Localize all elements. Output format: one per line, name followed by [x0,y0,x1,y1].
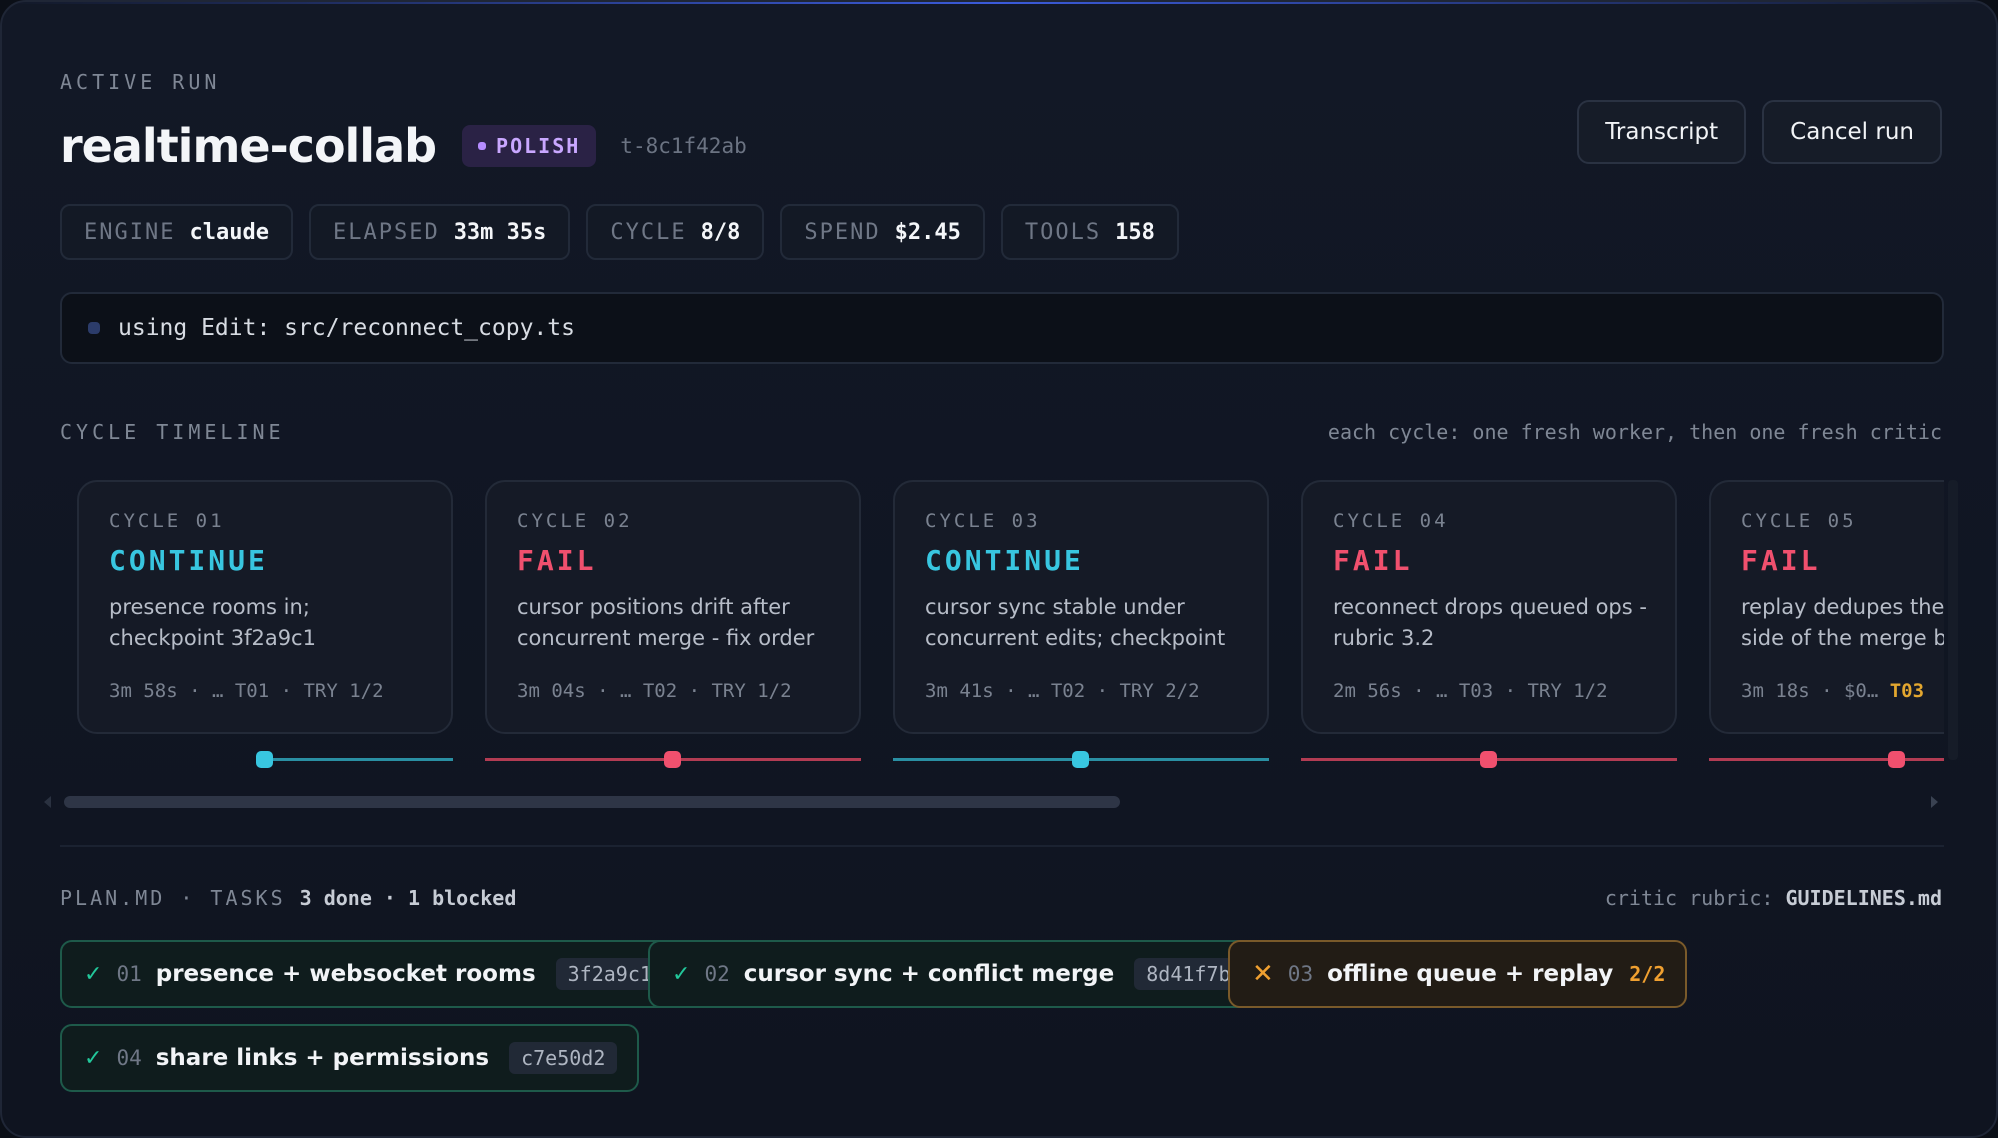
project-title: realtime-collab [60,119,437,173]
task-number: 04 [116,1046,142,1070]
stat-spend: SPEND $2.45 [780,204,985,260]
timeline-track [264,758,453,761]
stat-value: $2.45 [894,219,961,245]
stat-cycle: CYCLE 8/8 [586,204,765,260]
timeline-node[interactable] [1888,751,1905,768]
cycle-verdict: CONTINUE [925,544,1084,577]
stat-elapsed: ELAPSED 33m 35s [308,204,571,260]
cycle-card[interactable]: CYCLE 01 CONTINUE presence rooms in; che… [77,480,453,734]
cycle-number: CYCLE 05 [1741,510,1857,532]
cycle-meta: 3m 41s · … T02 · TRY 2/2 [925,680,1200,702]
task-name: cursor sync + conflict merge [743,961,1115,987]
cycle-verdict: FAIL [1333,544,1413,577]
section-eyebrow: ACTIVE RUN [60,70,221,94]
cycle-meta: 3m 04s · … T02 · TRY 1/2 [517,680,792,702]
stats-bar: ENGINE claude ELAPSED 33m 35s CYCLE 8/8 SPE… [60,204,1179,260]
plan-header: PLAN.MD · TASKS 3 done · 1 blocked [60,886,516,910]
plan-label: PLAN.MD · TASKS [60,886,286,910]
stat-value: 8/8 [700,219,741,245]
task-name: presence + websocket rooms [155,961,536,987]
timeline-vertical-scrollbar[interactable] [1948,480,1958,760]
cycle-summary: cursor positions drift after concurrent … [517,595,815,650]
phase-dot-icon [478,142,487,150]
stat-engine: ENGINE claude [60,204,293,260]
cycle-card[interactable]: CYCLE 02 FAIL cursor positions drift aft… [485,480,861,734]
run-id: t-8c1f42ab [620,134,747,158]
stat-label: CYCLE [610,219,687,245]
cycle-card[interactable]: CYCLE 04 FAIL reconnect drops queued ops… [1301,480,1677,734]
rubric-label: critic rubric: [1604,886,1774,910]
cycle-verdict: FAIL [1741,544,1821,577]
rubric-file[interactable]: GUIDELINES.md [1785,886,1942,910]
cycle-timeline[interactable]: CYCLE 01 CONTINUE presence rooms in; che… [60,472,1944,812]
task-commit: c7e50d2 [509,1042,618,1074]
stat-value: 158 [1115,219,1155,245]
scroll-left-arrow-icon[interactable] [44,796,51,808]
cancel-run-button[interactable]: Cancel run [1762,100,1942,164]
task-chip[interactable]: ✓ 01 presence + websocket rooms 3f2a9c1 [60,940,686,1008]
section-divider [60,845,1944,847]
phase-badge: POLISH [462,125,597,167]
task-name: share links + permissions [155,1045,490,1071]
scroll-right-arrow-icon[interactable] [1931,796,1938,808]
timeline-node[interactable] [664,751,681,768]
transcript-button[interactable]: Transcript [1577,100,1747,164]
timeline-node[interactable] [1480,751,1497,768]
phase-label: POLISH [496,134,581,158]
check-icon: ✓ [84,961,103,987]
scrollbar-thumb[interactable] [64,796,1120,808]
task-number: 02 [704,962,730,986]
task-chip[interactable]: ✓ 04 share links + permissions c7e50d2 [60,1024,640,1092]
stat-value: claude [189,219,269,245]
timeline-track [1709,758,1944,761]
cycle-card[interactable]: CYCLE 05 FAIL replay dedupes the wrong s… [1709,480,1944,734]
cycle-summary: reconnect drops queued ops - rubric 3.2 [1333,595,1647,650]
cycle-number: CYCLE 01 [109,510,225,532]
stat-value: 33m 35s [453,219,547,245]
cycle-verdict: FAIL [517,544,597,577]
task-number: 03 [1287,962,1314,986]
task-commit: 8d41f7b [1134,958,1243,990]
task-chip[interactable]: ✓ 02 cursor sync + conflict merge 8d41f7… [648,940,1265,1008]
task-tries: 2/2 [1629,962,1666,986]
task-number: 01 [116,962,142,986]
activity-indicator-icon [88,322,100,334]
cycle-meta: 3m 18s · $0… T03 [1741,680,1924,702]
stat-label: ELAPSED [332,219,440,245]
task-name: offline queue + replay [1327,961,1614,987]
stat-label: TOOLS [1024,219,1102,245]
stat-label: ENGINE [84,219,176,245]
close-icon: ✕ [1252,959,1274,989]
active-run-panel: ACTIVE RUN realtime-collab POLISH t-8c1f… [0,0,1998,1138]
stat-label: SPEND [804,219,881,245]
task-chip[interactable]: ✕ 03 offline queue + replay 2/2 [1228,940,1688,1008]
cycle-card[interactable]: CYCLE 03 CONTINUE cursor sync stable und… [893,480,1269,734]
cycle-number: CYCLE 04 [1333,510,1449,532]
activity-text: using Edit: src/reconnect_copy.ts [118,315,575,341]
cycle-number: CYCLE 02 [517,510,633,532]
header-actions: Transcript Cancel run [1577,100,1942,164]
critic-rubric: critic rubric: GUIDELINES.md [1605,886,1942,910]
timeline-scrollbar[interactable] [44,796,1938,808]
cycle-summary: presence rooms in; checkpoint 3f2a9c1 [109,595,316,650]
timeline-node[interactable] [1072,751,1089,768]
cycle-summary: cursor sync stable under concurrent edit… [925,595,1226,650]
cycle-meta: 3m 58s · … T01 · TRY 1/2 [109,680,384,702]
current-activity: using Edit: src/reconnect_copy.ts [60,292,1944,364]
check-icon: ✓ [84,1045,103,1071]
check-icon: ✓ [672,961,691,987]
cycle-meta-text: 3m 18s · $0… [1741,680,1890,702]
cycle-meta: 2m 56s · … T03 · TRY 1/2 [1333,680,1608,702]
cycle-verdict: CONTINUE [109,544,268,577]
title-row: realtime-collab POLISH t-8c1f42ab [60,114,747,178]
stat-tools: TOOLS 158 [1000,204,1179,260]
plan-summary: 3 done · 1 blocked [299,886,517,910]
timeline-note: each cycle: one fresh worker, then one f… [1327,420,1942,444]
timeline-node[interactable] [256,751,273,768]
timeline-label: CYCLE TIMELINE [60,420,285,444]
cycle-number: CYCLE 03 [925,510,1041,532]
cycle-summary: replay dedupes the wrong side of the mer… [1741,595,1944,650]
cycle-meta-task: T03 [1889,680,1925,702]
